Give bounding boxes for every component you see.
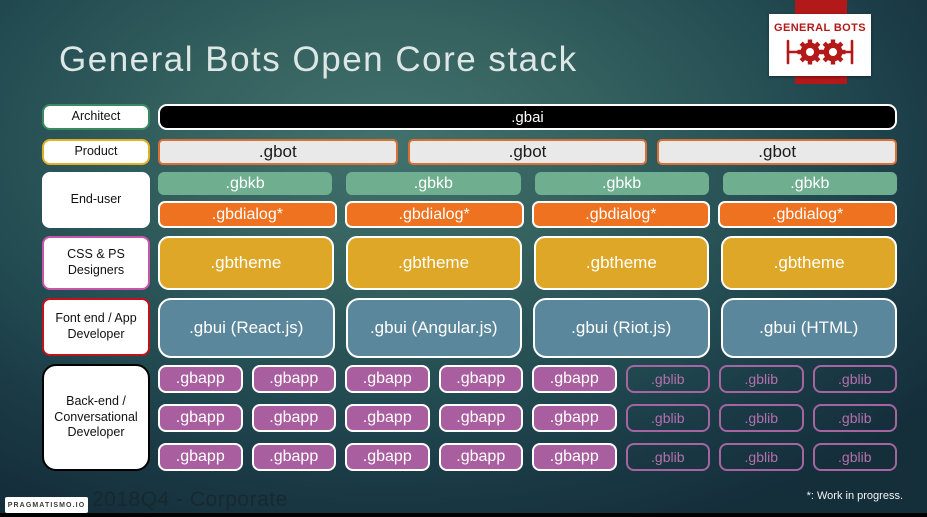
gbapp-box: .gbapp bbox=[158, 443, 243, 471]
gears-icon bbox=[786, 39, 854, 64]
row-gbot: .gbot .gbot .gbot bbox=[158, 139, 898, 165]
gbapp-box: .gbapp bbox=[532, 404, 617, 432]
gbapp-box: .gbapp bbox=[251, 443, 336, 471]
gblib-box: .gblib bbox=[625, 365, 710, 393]
gbtheme-box: .gbtheme bbox=[345, 236, 522, 290]
role-label-css-ps-designers: CSS & PS Designers bbox=[42, 236, 150, 290]
row-gbapp-1: .gbapp .gbapp .gbapp .gbapp .gbapp .gbli… bbox=[158, 365, 897, 393]
gbapp-box: .gbapp bbox=[532, 443, 617, 471]
role-label-architect: Architect bbox=[42, 104, 150, 130]
logo: GENERAL BOTS bbox=[769, 14, 871, 76]
gbapp-box: .gbapp bbox=[438, 404, 523, 432]
gblib-box: .gblib bbox=[719, 404, 804, 432]
gbui-angular-box: .gbui (Angular.js) bbox=[345, 298, 522, 358]
gblib-box: .gblib bbox=[719, 365, 804, 393]
gbdialog-box: .gbdialog* bbox=[158, 201, 337, 228]
page-title: General Bots Open Core stack bbox=[59, 40, 578, 79]
gbai-box: .gbai bbox=[158, 104, 897, 130]
row-gbui: .gbui (React.js) .gbui (Angular.js) .gbu… bbox=[158, 298, 897, 358]
gbapp-box: .gbapp bbox=[158, 404, 243, 432]
gbtheme-box: .gbtheme bbox=[158, 236, 334, 290]
row-gbkb: .gbkb .gbkb .gbkb .gbkb bbox=[158, 172, 897, 195]
gbtheme-box: .gbtheme bbox=[533, 236, 710, 290]
gblib-box: .gblib bbox=[812, 404, 897, 432]
gbui-html-box: .gbui (HTML) bbox=[720, 298, 897, 358]
role-label-end-user: End-user bbox=[42, 172, 150, 228]
gbapp-box: .gbapp bbox=[251, 404, 336, 432]
gbapp-box: .gbapp bbox=[438, 365, 523, 393]
row-gbapp-3: .gbapp .gbapp .gbapp .gbapp .gbapp .gbli… bbox=[158, 443, 897, 471]
gbapp-box: .gbapp bbox=[532, 365, 617, 393]
work-in-progress-note: *: Work in progress. bbox=[806, 490, 903, 502]
gbapp-box: .gbapp bbox=[158, 365, 243, 393]
gbot-box: .gbot bbox=[657, 139, 898, 165]
gbtheme-box: .gbtheme bbox=[721, 236, 897, 290]
gblib-box: .gblib bbox=[812, 443, 897, 471]
gbdialog-box: .gbdialog* bbox=[718, 201, 897, 228]
role-label-product: Product bbox=[42, 139, 150, 165]
gbapp-box: .gbapp bbox=[438, 443, 523, 471]
gbkb-box: .gbkb bbox=[158, 172, 333, 195]
slide: General Bots Open Core stack GENERAL BOT… bbox=[0, 0, 927, 517]
slide-footer-label: 2018Q4 - Corporate bbox=[92, 488, 288, 511]
row-gbapp-2: .gbapp .gbapp .gbapp .gbapp .gbapp .gbli… bbox=[158, 404, 897, 432]
gblib-box: .gblib bbox=[625, 404, 710, 432]
gbkb-box: .gbkb bbox=[346, 172, 521, 195]
bottom-bar bbox=[0, 513, 927, 517]
role-label-front-end-developer: Font end / App Developer bbox=[42, 298, 150, 356]
gbapp-box: .gbapp bbox=[345, 443, 430, 471]
row-gbtheme: .gbtheme .gbtheme .gbtheme .gbtheme bbox=[158, 236, 897, 290]
row-gbdialog: .gbdialog* .gbdialog* .gbdialog* .gbdial… bbox=[158, 201, 897, 228]
gblib-box: .gblib bbox=[812, 365, 897, 393]
gbot-box: .gbot bbox=[158, 139, 398, 165]
gbdialog-box: .gbdialog* bbox=[344, 201, 524, 228]
logo-brand-text: GENERAL BOTS bbox=[774, 21, 866, 34]
role-label-back-end-developer: Back-end / Conversational Developer bbox=[42, 364, 150, 471]
gblib-box: .gblib bbox=[719, 443, 804, 471]
gbot-box: .gbot bbox=[407, 139, 648, 165]
pragmatismo-brand-chip: PRAGMATISMO.IO bbox=[5, 497, 88, 513]
gbdialog-box: .gbdialog* bbox=[531, 201, 711, 228]
gbui-react-box: .gbui (React.js) bbox=[158, 298, 335, 358]
gblib-box: .gblib bbox=[625, 443, 710, 471]
gbkb-box: .gbkb bbox=[722, 172, 897, 195]
gbui-riot-box: .gbui (Riot.js) bbox=[533, 298, 710, 358]
gbapp-box: .gbapp bbox=[345, 404, 430, 432]
gbapp-box: .gbapp bbox=[345, 365, 430, 393]
gbkb-box: .gbkb bbox=[534, 172, 709, 195]
gbapp-box: .gbapp bbox=[251, 365, 336, 393]
row-gbai: .gbai bbox=[158, 104, 897, 130]
